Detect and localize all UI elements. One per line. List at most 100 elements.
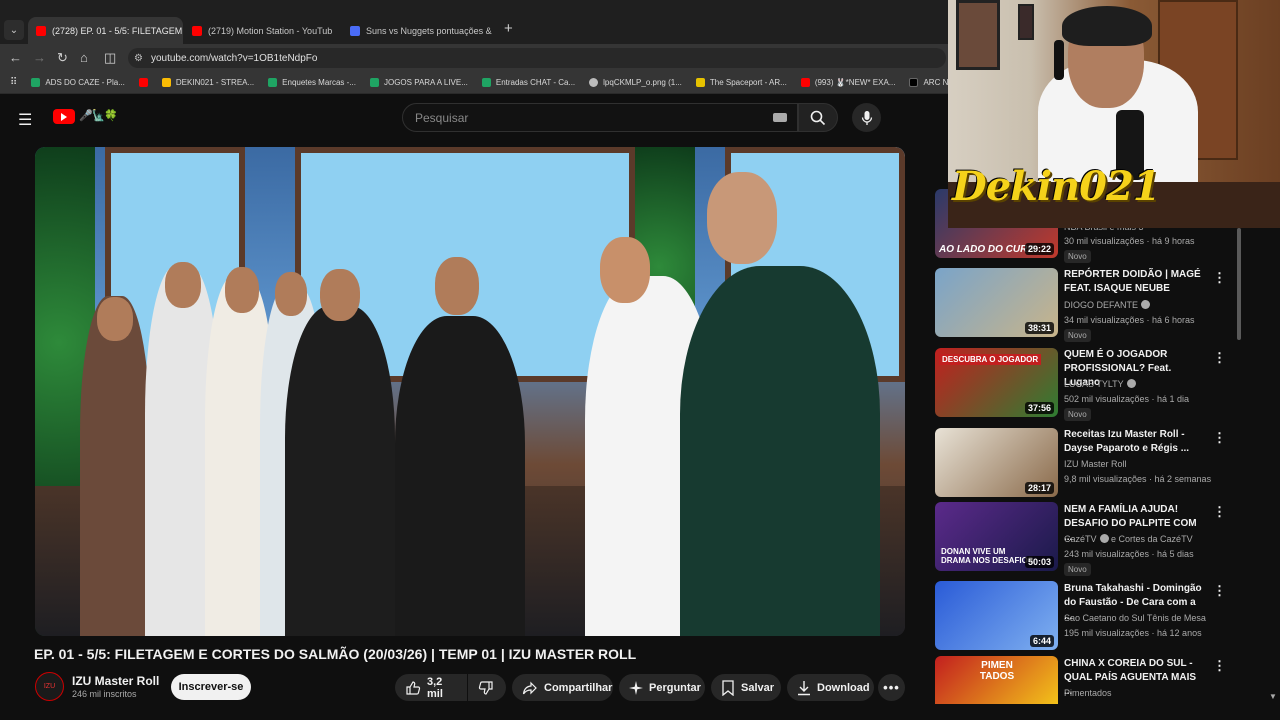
voice-search-button[interactable]	[852, 103, 881, 132]
site-info-icon[interactable]: ⚙	[134, 53, 143, 64]
video-title[interactable]: Receitas Izu Master Roll - Dayse Paparot…	[1064, 428, 1204, 456]
browser-tab[interactable]: (2719) Motion Station - YouTub ✕	[184, 17, 339, 44]
more-actions-button[interactable]: •••	[878, 674, 905, 701]
keyboard-icon[interactable]	[773, 113, 787, 122]
video-thumbnail[interactable]: DONAN VIVE UM DRAMA NOS DESAFIOS 50:03	[935, 502, 1058, 571]
streamer-name-overlay: Dekin021	[952, 163, 1161, 210]
reload-icon[interactable]: ↻	[57, 50, 68, 66]
youtube-favicon-icon	[138, 78, 148, 87]
recommendation-item[interactable]: DESCUBRA O JOGADOR 37:56 QUEM É O JOGADO…	[935, 348, 1235, 421]
video-duration: 29:22	[1024, 243, 1054, 255]
globe-icon	[589, 78, 599, 87]
like-count: 3,2 mil	[427, 675, 443, 700]
streamer-hair	[1062, 6, 1152, 46]
youtube-favicon-icon	[36, 25, 46, 36]
recommendation-item[interactable]: PIMEN TADOS CHINA X COREIA DO SUL - QUAL…	[935, 656, 1235, 706]
video-thumbnail[interactable]: 38:31	[935, 268, 1058, 337]
sheets-icon	[268, 78, 278, 87]
spaceport-icon	[695, 78, 705, 87]
bookmark-item[interactable]	[138, 78, 148, 87]
address-bar[interactable]: ⚙ youtube.com/watch?v=1OB1teNdpFo	[128, 48, 946, 68]
browser-tab-active[interactable]: (2728) EP. 01 - 5/5: FILETAGEM ✕	[28, 17, 183, 44]
new-badge: Novo	[1064, 563, 1091, 576]
bookmark-item[interactable]: (993) 🐰*NEW* EXA...	[800, 78, 895, 87]
video-thumbnail[interactable]: DESCUBRA O JOGADOR 37:56	[935, 348, 1058, 417]
like-button[interactable]: 3,2 mil	[395, 674, 467, 701]
bookmark-item[interactable]: Enquetes Marcas -...	[268, 78, 356, 87]
tab-label: (2719) Motion Station - YouTub	[208, 25, 333, 36]
microphone-icon	[861, 110, 872, 125]
save-button[interactable]: Salvar	[711, 674, 781, 701]
bookmark-item[interactable]: ADS DO CAZE - Pla...	[31, 78, 125, 87]
channel-name[interactable]: IZU Master Roll	[72, 674, 159, 688]
share-button[interactable]: Compartilhar	[512, 674, 613, 701]
sidebar-scrollbar[interactable]	[1237, 228, 1241, 340]
bookmark-item[interactable]: JOGOS PARA A LIVE...	[369, 78, 468, 87]
youtube-logo-icon[interactable]	[53, 109, 75, 124]
thumbs-down-icon	[478, 680, 493, 695]
youtube-favicon-icon	[192, 25, 202, 36]
scroll-down-arrow-icon[interactable]: ▼	[1269, 692, 1277, 701]
x-logo-icon	[909, 78, 919, 87]
subscribe-button[interactable]: Inscrever-se	[171, 674, 251, 700]
dislike-button[interactable]	[468, 674, 506, 701]
channel-name[interactable]: IZU Master Roll	[1064, 459, 1127, 469]
more-vertical-icon[interactable]: ⋮	[1213, 658, 1226, 674]
tab-search-dropdown[interactable]: ⌄	[4, 20, 24, 40]
verified-icon	[1141, 300, 1151, 309]
video-title[interactable]: REPÓRTER DOIDÃO | MAGÉ FEAT. ISAQUE NEUB…	[1064, 268, 1204, 296]
bookmark-item[interactable]: ARC Now on X	[909, 78, 948, 87]
home-icon[interactable]: ⌂	[80, 50, 88, 65]
more-vertical-icon[interactable]: ⋮	[1213, 430, 1226, 446]
ask-button[interactable]: Perguntar	[619, 674, 705, 701]
recommendation-item[interactable]: 28:17 Receitas Izu Master Roll - Dayse P…	[935, 428, 1235, 498]
channel-name[interactable]: DIOGO DEFANTE	[1064, 300, 1151, 310]
bookmark-item[interactable]: Entradas CHAT - Ca...	[481, 78, 575, 87]
video-meta: 502 mil visualizações · há 1 dia	[1064, 394, 1190, 404]
video-thumbnail[interactable]: 28:17	[935, 428, 1058, 497]
thumbs-up-icon	[406, 680, 421, 695]
recommendation-item[interactable]: 38:31 REPÓRTER DOIDÃO | MAGÉ FEAT. ISAQU…	[935, 268, 1235, 342]
bookmark-item[interactable]: DEKIN021 - STREA...	[161, 78, 254, 87]
verified-icon	[1126, 379, 1136, 388]
more-horizontal-icon: •••	[883, 680, 900, 695]
back-icon[interactable]: ←	[9, 50, 22, 65]
more-vertical-icon[interactable]: ⋮	[1213, 504, 1226, 520]
video-meta: 34 mil visualizações · há 6 horas	[1064, 315, 1195, 325]
search-button[interactable]	[798, 103, 838, 132]
video-meta: 9,8 mil visualizações · há 2 semanas	[1064, 474, 1212, 484]
apps-grid-icon[interactable]: ⠿	[10, 77, 17, 88]
wall-poster	[956, 0, 1000, 70]
share-icon	[522, 681, 537, 694]
video-player[interactable]	[35, 147, 905, 636]
bookmark-item[interactable]: The Spaceport - AR...	[695, 78, 787, 87]
menu-icon[interactable]: ☰	[18, 110, 32, 130]
new-badge: Novo	[1064, 250, 1091, 263]
sheets-icon	[369, 78, 379, 87]
split-view-icon[interactable]: ◫	[104, 50, 116, 66]
channel-name[interactable]: Pimentados	[1064, 688, 1112, 698]
new-tab-button[interactable]: +	[504, 20, 513, 37]
video-thumbnail[interactable]: PIMEN TADOS	[935, 656, 1058, 704]
more-vertical-icon[interactable]: ⋮	[1213, 350, 1226, 366]
more-vertical-icon[interactable]: ⋮	[1213, 270, 1226, 286]
new-badge: Novo	[1064, 408, 1091, 421]
close-tab-icon[interactable]: ✕	[338, 25, 339, 36]
url-text: youtube.com/watch?v=1OB1teNdpFo	[150, 52, 318, 64]
forward-icon[interactable]: →	[33, 50, 46, 65]
video-meta: 195 mil visualizações · há 12 anos	[1064, 628, 1202, 638]
video-duration: 6:44	[1029, 635, 1054, 647]
channel-name[interactable]: Sao Caetano do Sul Tênis de Mesa	[1064, 613, 1206, 623]
recommendation-item[interactable]: 6:44 Bruna Takahashi - Domingão do Faust…	[935, 581, 1235, 651]
channel-name[interactable]: CazéTV e Cortes da CazéTV	[1064, 534, 1193, 544]
search-input[interactable]: Pesquisar	[402, 103, 798, 132]
download-button[interactable]: Download	[787, 674, 874, 701]
channel-avatar[interactable]: IZU	[35, 672, 64, 701]
browser-tab[interactable]: Suns vs Nuggets pontuações & ✕	[342, 17, 497, 44]
recommendation-item[interactable]: DONAN VIVE UM DRAMA NOS DESAFIOS 50:03 N…	[935, 502, 1235, 576]
bookmark-item[interactable]: lpqCKMLP_o.png (1...	[589, 78, 682, 87]
channel-name[interactable]: LUCAS TYLTY	[1064, 379, 1136, 389]
more-vertical-icon[interactable]: ⋮	[1213, 583, 1226, 599]
video-thumbnail[interactable]: 6:44	[935, 581, 1058, 650]
youtube-doodle[interactable]: 🎤🗽🍀	[79, 109, 118, 122]
